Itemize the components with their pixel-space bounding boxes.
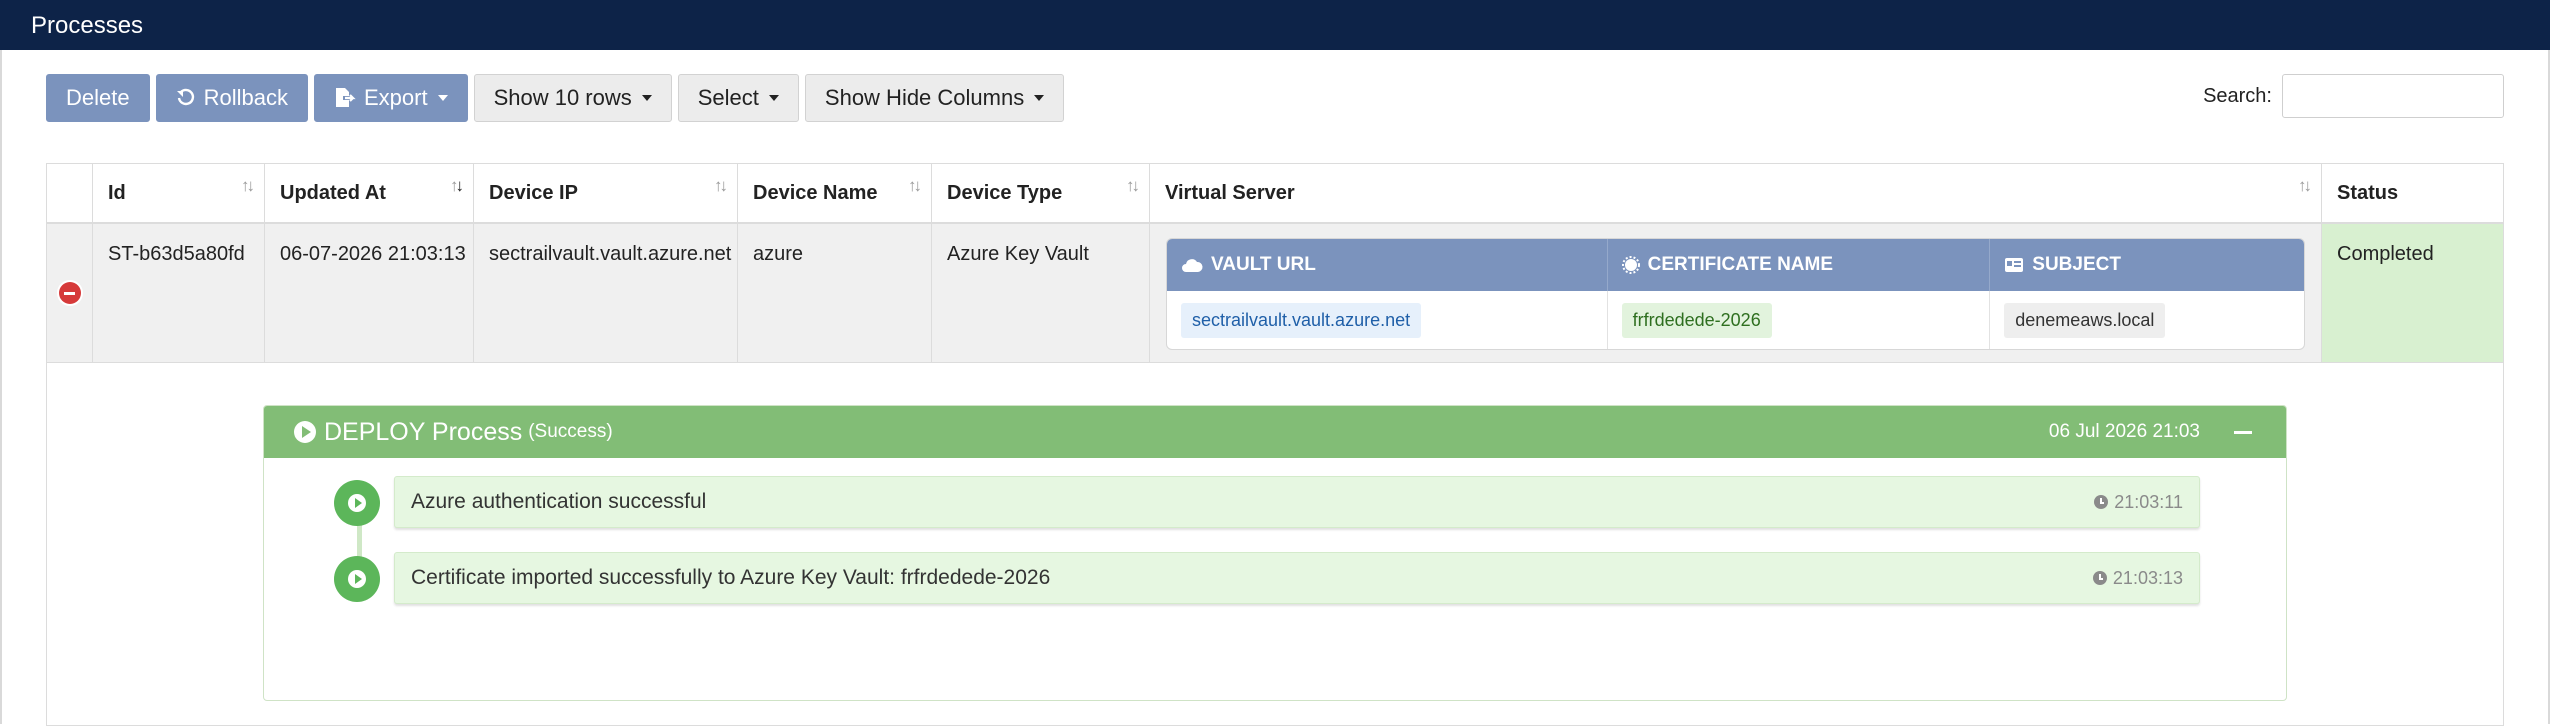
search-area: Search:: [2203, 74, 2504, 118]
id-card-icon: [2005, 258, 2024, 272]
timeline-entry: Certificate imported successfully to Azu…: [394, 552, 2200, 604]
subject-header: SUBJECT: [1990, 239, 2304, 291]
show-rows-dropdown[interactable]: Show 10 rows: [473, 74, 672, 122]
column-header-virtual-server[interactable]: Virtual Server ↑↓: [1150, 164, 2322, 222]
row-detail: DEPLOY Process (Success) 06 Jul 2026 21:…: [47, 363, 2503, 725]
caret-down-icon: [641, 95, 652, 101]
table-header: Id ↑↓ Updated At ↑↓ Device IP ↑↓ Device …: [47, 164, 2503, 224]
play-circle-icon: [334, 480, 380, 526]
certificate-badge-icon: [1621, 256, 1640, 274]
export-button[interactable]: Export: [313, 74, 468, 122]
virtual-server-values: sectrailvault.vault.azure.net frfrdedede…: [1167, 291, 2304, 349]
timeline-entry: Azure authentication successful 21:03:11: [394, 476, 2200, 528]
caret-down-icon: [1034, 95, 1045, 101]
sort-icon: ↑↓: [241, 176, 255, 195]
virtual-server-header: VAULT URL CERTIFICATE NAME SUBJECT: [1167, 239, 2304, 291]
column-header-device-ip[interactable]: Device IP ↑↓: [474, 164, 738, 222]
timeline-item: Azure authentication successful 21:03:11: [334, 476, 2234, 532]
step-time: 21:03:11: [2094, 492, 2183, 513]
process-result: (Success): [528, 421, 613, 442]
play-circle-icon: [294, 421, 316, 443]
cell-device-type: Azure Key Vault: [932, 224, 1150, 362]
show-rows-label: Show 10 rows: [493, 85, 632, 110]
select-dropdown[interactable]: Select: [677, 74, 799, 122]
column-header-expand: [47, 164, 93, 222]
delete-button-label: Delete: [66, 85, 130, 110]
sort-icon: ↑↓: [714, 176, 728, 195]
clock-icon: [2092, 571, 2107, 585]
column-header-updated-at[interactable]: Updated At ↑↓: [265, 164, 474, 222]
export-button-label: Export: [363, 85, 428, 110]
cell-virtual-server: VAULT URL CERTIFICATE NAME SUBJECT sectr…: [1150, 224, 2322, 362]
sort-icon: ↑↓: [908, 176, 922, 195]
rollback-button[interactable]: Rollback: [155, 74, 308, 122]
toolbar: Delete Rollback Export Show 10 rows Sele…: [46, 74, 1065, 122]
rollback-button-label: Rollback: [203, 85, 288, 110]
step-message: Certificate imported successfully to Azu…: [411, 566, 1051, 589]
processes-table: Id ↑↓ Updated At ↑↓ Device IP ↑↓ Device …: [46, 163, 2504, 726]
process-time: 06 Jul 2026 21:03: [2048, 421, 2200, 442]
clock-icon: [2094, 495, 2109, 509]
certificate-name-header: CERTIFICATE NAME: [1608, 239, 1991, 291]
caret-down-icon: [768, 95, 779, 101]
sort-desc-icon: ↑↓: [450, 176, 464, 195]
caret-down-icon: [437, 95, 448, 101]
cell-device-ip: sectrailvault.vault.azure.net: [474, 224, 738, 362]
frame-border-left: [0, 50, 2, 724]
virtual-server-card: VAULT URL CERTIFICATE NAME SUBJECT sectr…: [1166, 238, 2305, 350]
delete-button[interactable]: Delete: [46, 74, 150, 122]
page-title: Processes: [31, 12, 144, 39]
certificate-name-badge: frfrdedede-2026: [1621, 302, 1772, 338]
column-header-device-name[interactable]: Device Name ↑↓: [738, 164, 932, 222]
column-header-status: Status: [2337, 181, 2399, 204]
collapse-icon[interactable]: [2234, 430, 2252, 434]
process-panel: DEPLOY Process (Success) 06 Jul 2026 21:…: [263, 405, 2287, 701]
step-time: 21:03:13: [2092, 568, 2183, 589]
cell-updated-at: 06-07-2026 21:03:13: [265, 224, 474, 362]
play-circle-icon: [334, 556, 380, 602]
page-title-bar: Processes: [0, 0, 2550, 50]
cell-id: ST-b63d5a80fd: [93, 224, 265, 362]
show-hide-columns-label: Show Hide Columns: [824, 85, 1025, 110]
vault-url-header: VAULT URL: [1167, 239, 1608, 291]
cell-device-name: azure: [738, 224, 932, 362]
row-expand-cell: [47, 224, 93, 362]
column-header-id[interactable]: Id ↑↓: [93, 164, 265, 222]
undo-icon: [176, 88, 194, 106]
vault-url-badge: sectrailvault.vault.azure.net: [1181, 302, 1422, 338]
timeline-item: Certificate imported successfully to Azu…: [334, 552, 2234, 608]
sort-icon: ↑↓: [2298, 176, 2312, 195]
subject-badge: denemeaws.local: [2004, 302, 2166, 338]
step-message: Azure authentication successful: [411, 490, 707, 513]
file-export-icon: [335, 88, 356, 107]
collapse-row-icon[interactable]: [58, 282, 81, 304]
process-title: DEPLOY Process: [324, 417, 523, 446]
table-row[interactable]: ST-b63d5a80fd 06-07-2026 21:03:13 sectra…: [47, 224, 2503, 363]
search-label: Search:: [2203, 84, 2272, 107]
select-label: Select: [697, 85, 759, 110]
cloud-icon: [1182, 259, 1203, 272]
process-panel-header: DEPLOY Process (Success) 06 Jul 2026 21:…: [264, 406, 2286, 458]
cell-status: Completed: [2322, 224, 2503, 362]
sort-icon: ↑↓: [1126, 176, 1140, 195]
show-hide-columns-dropdown[interactable]: Show Hide Columns: [804, 74, 1065, 122]
search-input[interactable]: [2282, 74, 2504, 118]
column-header-device-type[interactable]: Device Type ↑↓: [932, 164, 1150, 222]
